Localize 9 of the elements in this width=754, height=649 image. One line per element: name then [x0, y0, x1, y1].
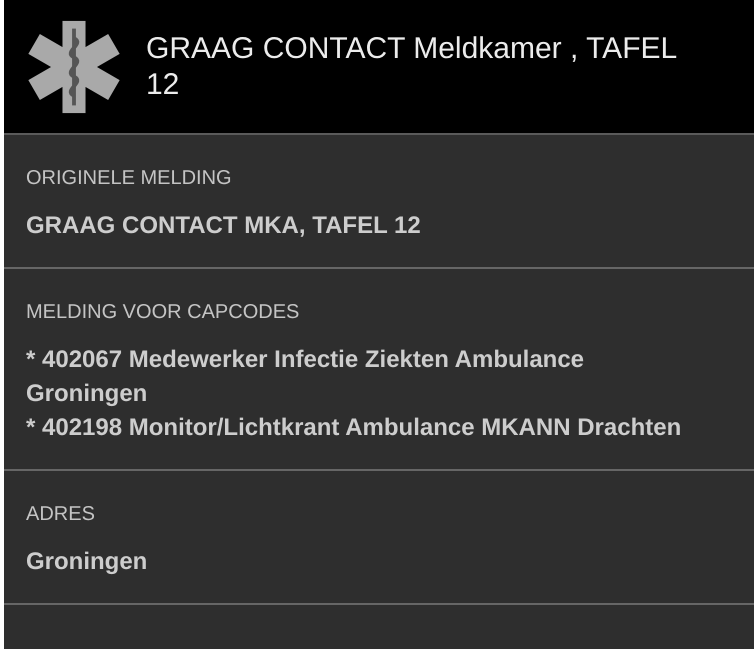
section-label: ADRES [26, 502, 96, 527]
star-of-life-icon [26, 18, 122, 114]
notification-title: GRAAG CONTACT Meldkamer , TAFEL 12 [146, 30, 678, 102]
section-value: * 402198 Monitor/Lichtkrant Ambulance MKANN Drachten [26, 413, 682, 443]
section-value: Groningen [26, 547, 148, 577]
section-value: * 402067 Medewerker Infectie Ziekten Ambulance Groningen [26, 345, 586, 409]
section-label: MELDING VOOR CAPCODES [26, 300, 300, 325]
section-value: GRAAG CONTACT MKA, TAFEL 12 [26, 211, 422, 241]
section-label: ORIGINELE MELDING [26, 166, 233, 191]
